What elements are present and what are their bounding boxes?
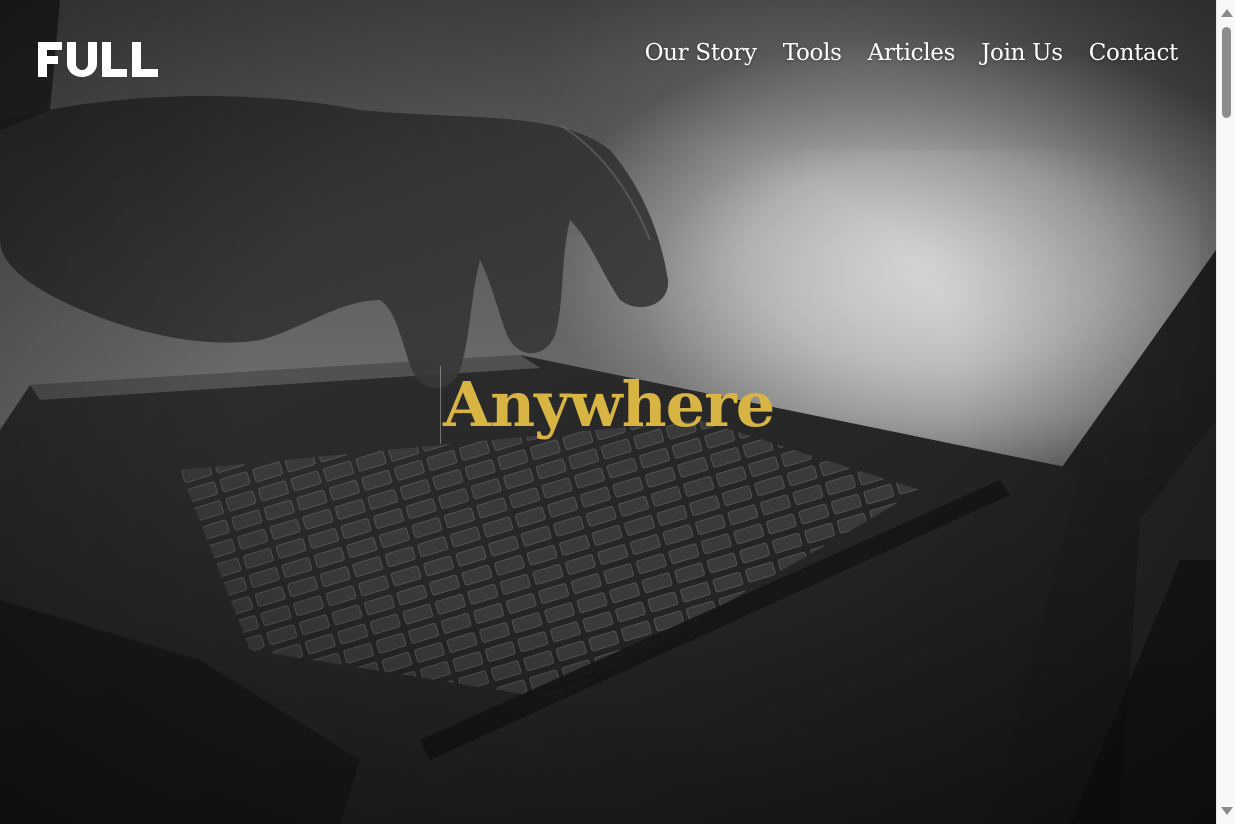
scrollbar-thumb[interactable] — [1222, 27, 1231, 118]
typing-caret — [440, 366, 441, 444]
hero-headline-container: Anywhere — [440, 364, 775, 446]
full-logo[interactable] — [38, 42, 158, 78]
page-scrollbar[interactable] — [1216, 0, 1235, 824]
scroll-down-arrow-icon[interactable] — [1221, 807, 1233, 815]
main-nav: Our Story Tools Articles Join Us Contact — [645, 40, 1179, 66]
nav-link-contact[interactable]: Contact — [1089, 40, 1179, 66]
nav-link-articles[interactable]: Articles — [868, 40, 956, 66]
site-header: Our Story Tools Articles Join Us Contact — [0, 0, 1216, 120]
nav-link-our-story[interactable]: Our Story — [645, 40, 757, 66]
hero-headline: Anywhere — [443, 368, 775, 441]
page-viewport: Our Story Tools Articles Join Us Contact… — [0, 0, 1216, 824]
nav-link-join-us[interactable]: Join Us — [981, 40, 1063, 66]
scroll-up-arrow-icon[interactable] — [1221, 9, 1233, 17]
logo-wordmark-icon — [38, 42, 158, 77]
nav-link-tools[interactable]: Tools — [783, 40, 842, 66]
